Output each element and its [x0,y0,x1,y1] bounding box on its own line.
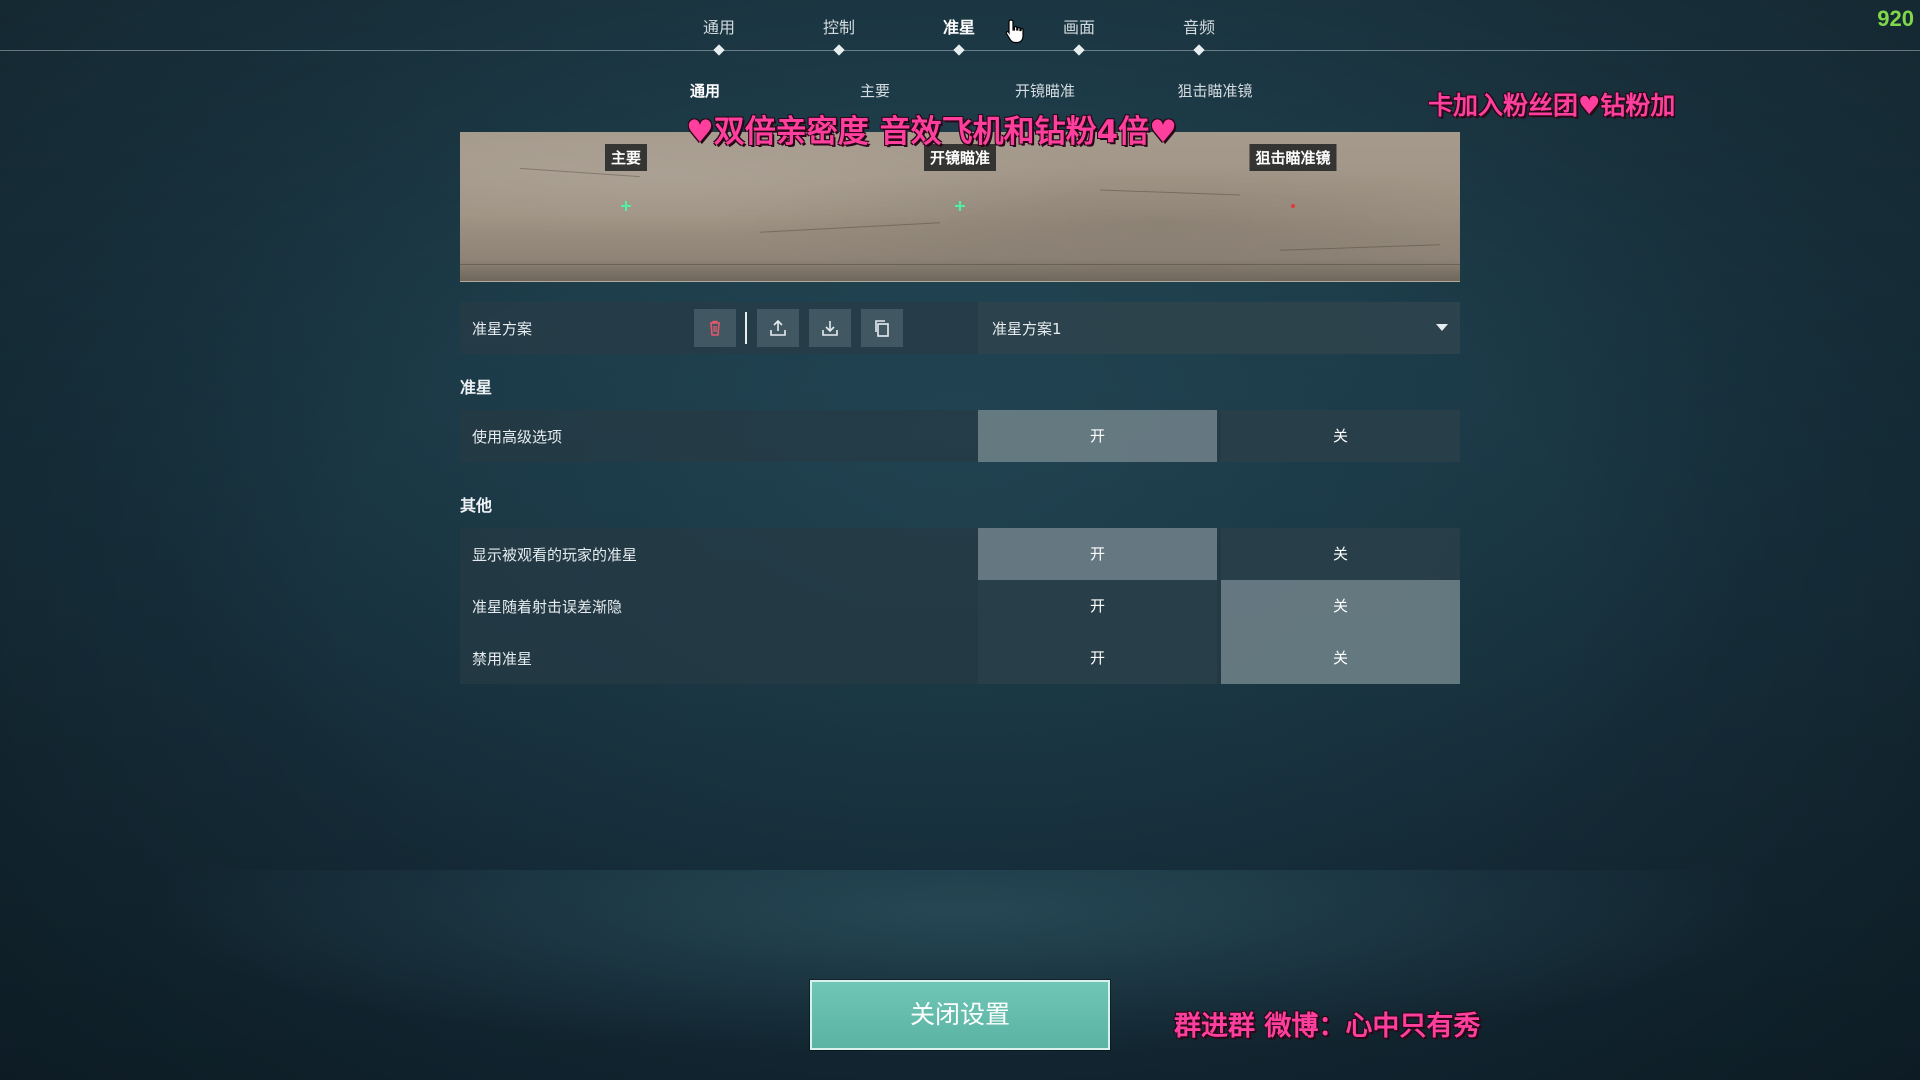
preview-label-primary: 主要 [604,144,648,171]
stream-overlay-banner: ♥双倍亲密度 音效飞机和钻粉4倍♥ [686,114,1177,150]
section-title-other: 其他 [460,496,493,515]
option-label: 禁用准星 [472,650,533,668]
tab-controls[interactable]: 控制 [789,14,889,38]
close-settings-button[interactable]: 关闭设置 [810,980,1110,1050]
wall-texture-line [1280,244,1440,251]
profile-select[interactable]: 准星方案1 [978,302,1460,354]
copy-icon [875,320,889,337]
toggle-off-button[interactable]: 关 [1221,580,1460,632]
wall-texture-line [1100,189,1240,196]
sniper-dot-preview [1291,204,1295,208]
upload-icon [770,319,786,336]
tab-crosshair-marker [953,44,965,56]
toggle-on-button[interactable]: 开 [978,632,1217,684]
export-profile-button[interactable] [809,309,851,347]
crosshair-profile-row: 准星方案 准星方案1 [460,302,1460,354]
copy-profile-button[interactable] [861,309,903,347]
wall-texture-line [760,222,940,233]
tab-audio[interactable]: 音频 [1149,14,1249,38]
tab-general[interactable]: 通用 [669,14,769,38]
subtab-sniper-scope[interactable]: 狙击瞄准镜 [1177,80,1252,101]
option-label: 显示被观看的玩家的准星 [472,546,638,564]
chevron-down-icon [1436,324,1448,331]
tab-video-marker [1073,44,1085,56]
option-label: 准星随着射击误差渐隐 [472,598,623,616]
toggle-on-button[interactable]: 开 [978,528,1217,580]
subtab-primary[interactable]: 主要 [860,80,890,101]
subtab-general[interactable]: 通用 [690,80,720,101]
tab-general-marker [713,44,725,56]
toggle-off-button[interactable]: 关 [1221,632,1460,684]
wall-texture-line [460,264,1460,265]
toggle-off-button[interactable]: 关 [1221,410,1460,462]
download-icon [822,321,838,336]
profile-select-value: 准星方案1 [992,320,1062,338]
stream-overlay-marquee-bottom: 群进群 微博：心中只有秀 [1174,1011,1481,1042]
primary-crosshair-preview [621,201,631,211]
profile-divider [745,312,747,344]
option-row-show-spectated: 显示被观看的玩家的准星 开 关 [460,528,1460,580]
delete-profile-button[interactable] [694,309,736,347]
toggle-on-button[interactable]: 开 [978,580,1217,632]
subtab-ads[interactable]: 开镜瞄准 [1015,80,1075,101]
tab-video[interactable]: 画面 [1029,14,1129,38]
preview-label-sniper: 狙击瞄准镜 [1249,144,1337,171]
tab-audio-marker [1193,44,1205,56]
option-label: 使用高级选项 [472,428,563,446]
fps-counter: 920 [1877,6,1914,31]
ads-crosshair-preview [955,201,965,211]
stream-overlay-marquee-top: 卡加入粉丝团♥钻粉加 [1428,91,1675,120]
option-row-fade-with-error: 准星随着射击误差渐隐 开 关 [460,580,1460,632]
import-profile-button[interactable] [757,309,799,347]
section-title-crosshair: 准星 [460,378,493,397]
trash-icon [710,320,720,336]
top-nav: 通用 控制 准星 画面 音频 [0,0,1920,56]
mouse-cursor-icon [1005,19,1024,44]
crosshair-preview: 主要 开镜瞄准 狙击瞄准镜 [460,132,1460,282]
toggle-on-button[interactable]: 开 [978,410,1217,462]
tab-controls-marker [833,44,845,56]
tab-crosshair[interactable]: 准星 [909,14,1009,38]
option-row-advanced: 使用高级选项 开 关 [460,410,1460,462]
profile-label: 准星方案 [472,320,533,338]
option-row-disable-crosshair: 禁用准星 开 关 [460,632,1460,684]
toggle-off-button[interactable]: 关 [1221,528,1460,580]
